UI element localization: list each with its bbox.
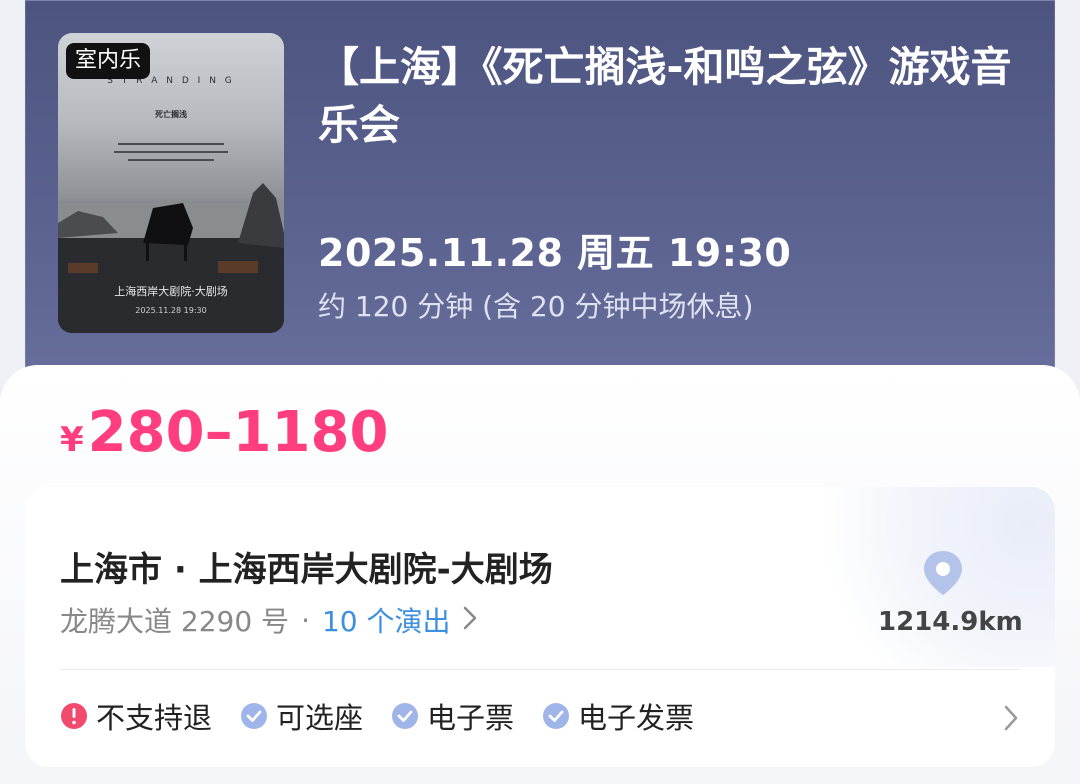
address-separator: · xyxy=(301,603,310,637)
feature-seat-selection: 可选座 xyxy=(240,695,363,737)
feature-no-refund: 不支持退 xyxy=(60,695,212,737)
feature-label: 电子票 xyxy=(427,701,515,735)
check-icon xyxy=(241,703,268,729)
venue-shows-link[interactable]: 10 个演出 xyxy=(322,600,451,640)
event-title: 【上海】《死亡搁浅-和鸣之弦》游戏音乐会 xyxy=(318,43,1012,149)
svg-text:2025.11.28 19:30: 2025.11.28 19:30 xyxy=(135,306,206,315)
feature-label: 可选座 xyxy=(276,701,364,735)
venue-name: 上海市 · 上海西岸大剧院-大剧场 xyxy=(60,550,553,590)
venue-distance: 1214.9km xyxy=(878,607,1023,637)
event-datetime: 2025.11.28 周五 19:30 xyxy=(318,231,792,275)
feature-label: 电子发票 xyxy=(578,701,695,735)
venue-card[interactable]: 上海市 · 上海西岸大剧院-大剧场 龙腾大道 2290 号 · 10 个演出 1… xyxy=(25,487,1055,767)
event-poster[interactable]: S T R A N D I N G 死亡搁浅 上海西岸大剧院·大剧场 2025.… xyxy=(58,33,284,333)
location-pin-icon[interactable] xyxy=(922,549,964,601)
chevron-right-icon[interactable] xyxy=(463,604,477,637)
venue-address: 龙腾大道 2290 号 xyxy=(60,605,290,638)
feature-label: 不支持退 xyxy=(96,701,213,735)
check-icon xyxy=(392,703,419,729)
event-duration: 约 120 分钟 (含 20 分钟中场休息) xyxy=(318,290,754,323)
currency-symbol: ¥ xyxy=(60,420,84,460)
feature-e-invoice: 电子发票 xyxy=(542,695,694,737)
chevron-right-icon[interactable] xyxy=(1003,704,1019,736)
check-icon xyxy=(543,703,570,729)
feature-e-ticket: 电子票 xyxy=(391,695,514,737)
divider xyxy=(60,669,1020,670)
exclamation-icon xyxy=(61,703,87,729)
price-value: 280–1180 xyxy=(87,400,389,465)
price-range: ¥280–1180 xyxy=(60,398,388,481)
svg-text:死亡搁浅: 死亡搁浅 xyxy=(154,109,187,119)
category-tag: 室内乐 xyxy=(66,43,151,79)
venue-address-row: 龙腾大道 2290 号 · 10 个演出 xyxy=(60,600,477,640)
ticket-features[interactable]: 不支持退 可选座 电子票 电子发票 xyxy=(60,695,722,737)
svg-text:上海西岸大剧院·大剧场: 上海西岸大剧院·大剧场 xyxy=(114,284,228,298)
